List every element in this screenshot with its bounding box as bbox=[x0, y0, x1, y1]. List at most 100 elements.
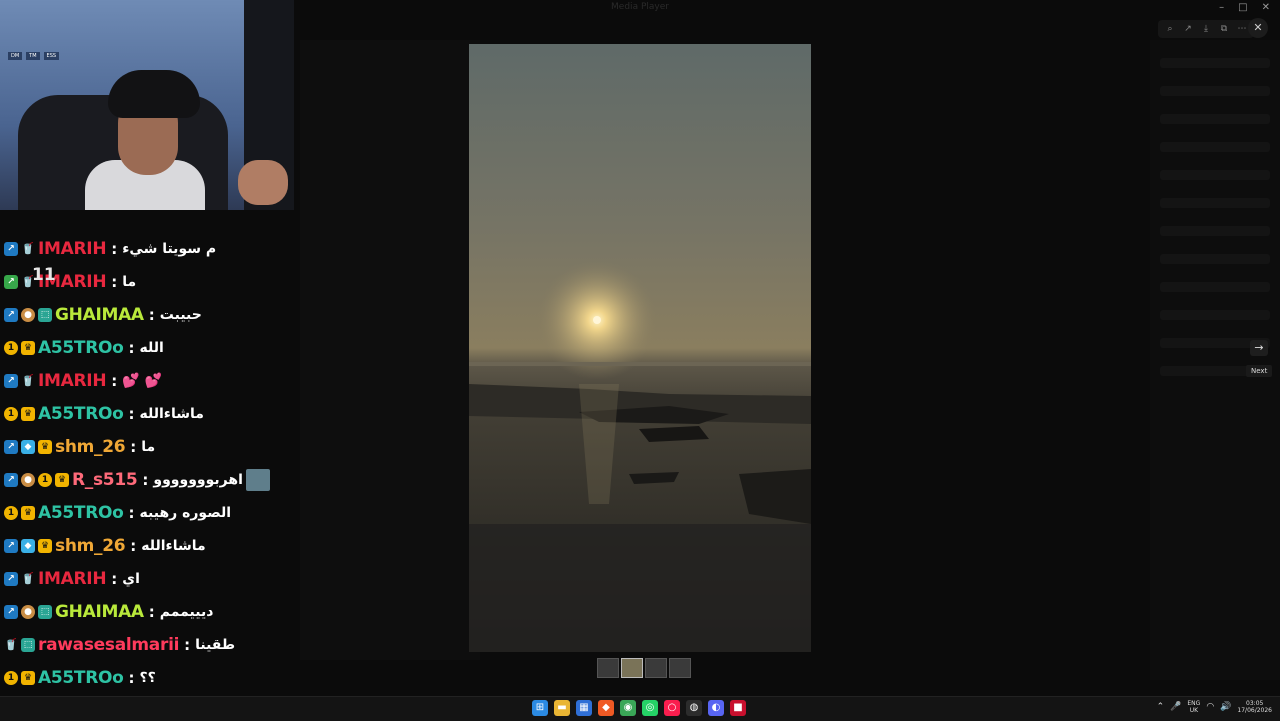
cookie-badge-icon: ● bbox=[21, 473, 35, 487]
chat-username[interactable]: IMARIH bbox=[38, 569, 107, 589]
mod-badge-icon: ↗ bbox=[4, 539, 18, 553]
volume-icon[interactable]: 🔊 bbox=[1220, 702, 1231, 712]
chat-username[interactable]: GHAIMAA bbox=[55, 305, 144, 325]
webcam-overlay: DM TM ESS bbox=[0, 0, 294, 210]
chat-username[interactable]: A55TROo bbox=[38, 338, 124, 358]
one-badge-icon: 1 bbox=[38, 473, 52, 487]
clock[interactable]: 03:05 17/06/2026 bbox=[1237, 700, 1272, 714]
viewer-photo bbox=[469, 44, 811, 652]
chat-message: ↗ ◆ ♛ shm_26: ما bbox=[4, 434, 155, 460]
arrow-right-icon: → bbox=[1254, 341, 1264, 354]
obs-icon[interactable]: ◍ bbox=[686, 700, 702, 716]
file-explorer-icon[interactable]: ▬ bbox=[554, 700, 570, 716]
window-close-icon[interactable]: ✕ bbox=[1262, 2, 1270, 13]
next-button[interactable]: → bbox=[1250, 340, 1268, 356]
chevron-up-icon[interactable]: ⌃ bbox=[1157, 702, 1165, 712]
chrome-icon[interactable]: ◉ bbox=[620, 700, 636, 716]
wall-stickers: DM TM ESS bbox=[8, 52, 60, 60]
sub-badge-icon: ⬚ bbox=[38, 308, 52, 322]
thumbnail[interactable] bbox=[645, 658, 667, 678]
red-app-icon[interactable]: ■ bbox=[730, 700, 746, 716]
crown-badge-icon: ♛ bbox=[21, 341, 35, 355]
chat-text: ماشاءالله bbox=[139, 406, 204, 422]
chat-username[interactable]: A55TROo bbox=[38, 404, 124, 424]
brave-icon[interactable]: ◆ bbox=[598, 700, 614, 716]
sub-badge-icon: ⬚ bbox=[38, 605, 52, 619]
discord-icon[interactable]: ◐ bbox=[708, 700, 724, 716]
language-indicator[interactable]: ENG UK bbox=[1187, 700, 1200, 714]
chat-message: ↗ 🥤 IMARIH: ما bbox=[4, 269, 136, 295]
chat-separator: : bbox=[184, 636, 191, 654]
chat-separator: : bbox=[111, 273, 118, 291]
chat-separator: : bbox=[111, 240, 118, 258]
crown-badge-icon: ♛ bbox=[21, 407, 35, 421]
mod-badge-icon: ↗ bbox=[4, 308, 18, 322]
chat-text: الله bbox=[139, 340, 164, 356]
chat-username[interactable]: shm_26 bbox=[55, 437, 126, 457]
chat-username[interactable]: A55TROo bbox=[38, 668, 124, 688]
thumbnail[interactable] bbox=[597, 658, 619, 678]
chat-message: ↗ ● ⬚ GHAIMAA: ديييممم bbox=[4, 599, 213, 625]
system-tray: ⌃ 🎤 ENG UK ◠ 🔊 03:05 17/06/2026 bbox=[1157, 700, 1272, 714]
share-icon[interactable]: ↗ bbox=[1182, 22, 1194, 36]
chat-separator: : bbox=[130, 438, 137, 456]
chat-separator: : bbox=[128, 405, 135, 423]
close-viewer-button[interactable]: ✕ bbox=[1248, 18, 1268, 38]
thumbnail[interactable] bbox=[669, 658, 691, 678]
cube-badge-icon: ◆ bbox=[21, 539, 35, 553]
taskbar: ⊞ ▬ ▦ ◆ ◉ ◎ ○ ◍ ◐ ■ ⌃ 🎤 ENG UK ◠ 🔊 03:05 17/06/2026 bbox=[0, 696, 1280, 721]
cookie-badge-icon: ● bbox=[21, 308, 35, 322]
background-side-panel bbox=[1150, 40, 1280, 680]
crown-badge-icon: ♛ bbox=[21, 671, 35, 685]
chat-text: الصوره رهيبه bbox=[139, 505, 232, 521]
chat-username[interactable]: IMARIH bbox=[38, 239, 107, 259]
whatsapp-icon[interactable]: ◎ bbox=[642, 700, 658, 716]
download-icon[interactable]: ⤓ bbox=[1200, 22, 1212, 36]
one-badge-icon: 1 bbox=[4, 671, 18, 685]
next-tooltip: Next bbox=[1246, 365, 1273, 377]
background-gallery bbox=[300, 40, 480, 660]
chat-message: 1 ♛ A55TROo: الله bbox=[4, 335, 164, 361]
minimize-icon[interactable]: – bbox=[1219, 2, 1224, 13]
chat-message: 🥤 ⬚ rawasesalmarii: طقينا bbox=[4, 632, 235, 658]
chat-text: م سويتا شيء bbox=[122, 241, 217, 257]
chat-text: ماشاءالله bbox=[141, 538, 206, 554]
chat-text: ؟؟ bbox=[139, 670, 156, 686]
windows-start-icon[interactable]: ⊞ bbox=[532, 700, 548, 716]
viewer-toolbar: ⌕ ↗ ⤓ ⧉ ⋯ bbox=[1158, 20, 1254, 38]
window-controls: – □ ✕ bbox=[1219, 2, 1270, 13]
chat-separator: : bbox=[111, 570, 118, 588]
overlay-number: 11 bbox=[32, 265, 56, 285]
chat-message: ↗ ● 1 ♛ R_s515: اهربووووووو bbox=[4, 467, 273, 493]
thumbnail-strip bbox=[597, 658, 691, 678]
chat-text: ديييممم bbox=[159, 604, 214, 620]
one-badge-icon: 1 bbox=[4, 407, 18, 421]
cup-badge-icon: 🥤 bbox=[4, 638, 18, 651]
chat-username[interactable]: IMARIH bbox=[38, 371, 107, 391]
wifi-icon[interactable]: ◠ bbox=[1206, 702, 1214, 712]
cup-badge-icon: 🥤 bbox=[21, 374, 35, 387]
calendar-icon[interactable]: ▦ bbox=[576, 700, 592, 716]
open-external-icon[interactable]: ⧉ bbox=[1218, 22, 1230, 36]
chat-text: اي bbox=[122, 571, 140, 587]
maximize-icon[interactable]: □ bbox=[1238, 2, 1247, 13]
cup-badge-icon: 🥤 bbox=[21, 572, 35, 585]
crown-badge-icon: ♛ bbox=[38, 440, 52, 454]
crown-badge-icon: ♛ bbox=[38, 539, 52, 553]
opera-gx-icon[interactable]: ○ bbox=[664, 700, 680, 716]
zoom-icon[interactable]: ⌕ bbox=[1164, 22, 1176, 36]
microphone-icon[interactable]: 🎤 bbox=[1170, 702, 1181, 712]
chat-username[interactable]: rawasesalmarii bbox=[38, 635, 179, 655]
chat-text: اهربووووووو bbox=[153, 472, 243, 488]
chat-username[interactable]: R_s515 bbox=[72, 470, 138, 490]
chat-username[interactable]: A55TROo bbox=[38, 503, 124, 523]
chat-message: 1 ♛ A55TROo: ؟؟ bbox=[4, 665, 156, 691]
cube-badge-icon: ◆ bbox=[21, 440, 35, 454]
more-icon[interactable]: ⋯ bbox=[1236, 22, 1248, 36]
chat-message: 1 ♛ A55TROo: ماشاءالله bbox=[4, 401, 204, 427]
mod-badge-icon: ↗ bbox=[4, 374, 18, 388]
mod-badge-icon: ↗ bbox=[4, 440, 18, 454]
chat-username[interactable]: GHAIMAA bbox=[55, 602, 144, 622]
chat-username[interactable]: shm_26 bbox=[55, 536, 126, 556]
thumbnail-active[interactable] bbox=[621, 658, 643, 678]
